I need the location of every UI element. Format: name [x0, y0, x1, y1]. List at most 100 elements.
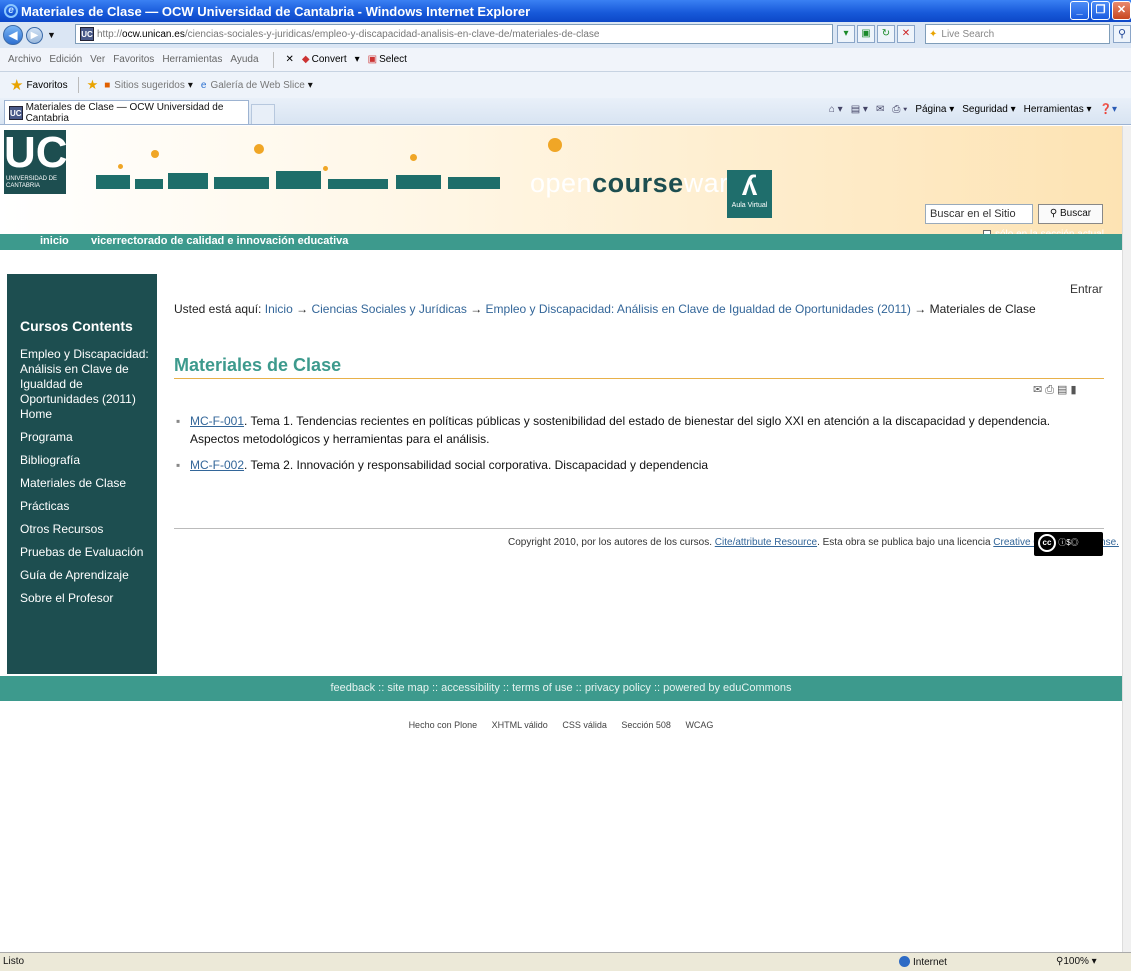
compatibility-icon[interactable]: ▣ — [857, 25, 875, 43]
zoom-control[interactable]: ⚲100% ▾ — [1056, 956, 1097, 967]
cc-icon: cc — [1038, 534, 1056, 552]
history-dropdown-icon[interactable]: ▼ — [47, 30, 56, 40]
menu-herramientas[interactable]: Herramientas — [162, 54, 222, 65]
copyright-text: Copyright 2010, por los autores de los c… — [508, 537, 712, 548]
address-dropdown-icon[interactable]: ▾ — [837, 25, 855, 43]
site-search-input[interactable]: Buscar en el Sitio — [925, 204, 1033, 224]
address-toolbar: ◀ ▶ ▼ UC http://ocw.unican.es/ciencias-s… — [0, 22, 1131, 48]
footer-sitemap[interactable]: site map — [387, 682, 429, 694]
download-icon[interactable]: ▮ — [1070, 384, 1079, 396]
nav-vicerrectorado[interactable]: vicerrectorado de calidad e innovación e… — [91, 235, 348, 247]
decor-dot — [151, 150, 159, 158]
sidebar-item-home[interactable]: Empleo y Discapacidad: Análisis en Clave… — [20, 347, 157, 422]
cite-resource-link[interactable]: Cite/attribute Resource — [715, 537, 817, 548]
favorites-button[interactable]: Favoritos — [26, 80, 67, 91]
security-menu[interactable]: Seguridad ▾ — [962, 104, 1015, 115]
new-tab-button[interactable] — [251, 104, 275, 124]
badge-xhtml[interactable]: XHTML válido — [492, 720, 548, 730]
minimize-button[interactable]: _ — [1070, 1, 1089, 20]
menu-edicion[interactable]: Edición — [49, 54, 82, 65]
document-actions: ✉⎙▤▮ — [1033, 383, 1080, 397]
sidebar-item-programa[interactable]: Programa — [20, 430, 157, 445]
rss-icon[interactable]: ▤ — [1057, 384, 1070, 396]
sidebar-item-profesor[interactable]: Sobre el Profesor — [20, 591, 157, 606]
breadcrumb-inicio[interactable]: Inicio — [265, 302, 293, 316]
footer-feedback[interactable]: feedback — [330, 682, 375, 694]
footer-powered-by[interactable]: powered by eduCommons — [663, 682, 791, 694]
aula-virtual-logo[interactable]: ʎ Aula Virtual — [727, 170, 772, 218]
uc-logo-text: UC — [4, 128, 68, 177]
print-icon[interactable]: ⎙ ▾ — [892, 104, 907, 115]
search-go-icon[interactable]: ⚲ — [1113, 25, 1131, 43]
feeds-icon[interactable]: ▤ ▾ — [851, 104, 868, 115]
address-field[interactable]: UC http://ocw.unican.es/ciencias-sociale… — [75, 24, 833, 44]
url-host: ocw.unican.es — [122, 28, 185, 40]
refresh-icon[interactable]: ↻ — [877, 25, 895, 43]
sidebar-item-bibliografia[interactable]: Bibliografía — [20, 453, 157, 468]
site-search-button[interactable]: ⚲ Buscar — [1038, 204, 1103, 224]
tab-materiales[interactable]: UC Materiales de Clase — OCW Universidad… — [4, 100, 249, 124]
live-search-placeholder: Live Search — [941, 28, 995, 40]
menu-archivo[interactable]: Archivo — [8, 54, 41, 65]
tools-menu[interactable]: Herramientas ▾ — [1024, 104, 1092, 115]
select-button[interactable]: Select — [379, 54, 407, 65]
add-favorites-icon[interactable]: ★ — [87, 77, 99, 93]
sidebar-item-guia[interactable]: Guía de Aprendizaje — [20, 568, 157, 583]
browser-window: e Materiales de Clase — OCW Universidad … — [0, 0, 1131, 971]
convert-dropdown-icon[interactable]: ▾ — [355, 54, 360, 65]
back-button[interactable]: ◀ — [3, 25, 23, 45]
suggested-sites-link[interactable]: Sitios sugeridos — [114, 80, 185, 91]
menu-favoritos[interactable]: Favoritos — [113, 54, 154, 65]
toolbar-close-icon[interactable]: ✕ — [286, 54, 294, 65]
material-link-2[interactable]: MC-F-002 — [190, 458, 244, 472]
sidebar-item-practicas[interactable]: Prácticas — [20, 499, 157, 514]
favorites-star-icon: ★ — [10, 77, 24, 94]
sidebar-item-otros-recursos[interactable]: Otros Recursos — [20, 522, 157, 537]
home-icon[interactable]: ⌂ ▾ — [829, 104, 843, 115]
badge-wcag[interactable]: WCAG — [685, 720, 713, 730]
decor-dot — [410, 154, 417, 161]
status-bar: Listo Internet ⚲100% ▾ — [0, 952, 1131, 971]
stop-icon[interactable]: ✕ — [897, 25, 915, 43]
footer-accessibility[interactable]: accessibility — [441, 682, 500, 694]
uc-logo[interactable]: UC UNIVERSIDAD DE CANTABRIA — [4, 128, 68, 194]
suggested-dropdown-icon[interactable]: ▾ — [188, 80, 193, 91]
sidebar-item-pruebas[interactable]: Pruebas de Evaluación — [20, 545, 157, 560]
tab-title: Materiales de Clase — OCW Universidad de… — [25, 101, 224, 124]
help-icon[interactable]: ❓▾ — [1100, 104, 1117, 115]
close-button[interactable]: ✕ — [1112, 1, 1131, 20]
web-slice-dropdown-icon[interactable]: ▾ — [308, 80, 313, 91]
badge-508[interactable]: Sección 508 — [621, 720, 671, 730]
footer-privacy[interactable]: privacy policy — [585, 682, 651, 694]
menu-ayuda[interactable]: Ayuda — [230, 54, 258, 65]
copyright-middle: . Esta obra se publica bajo una licencia — [817, 537, 991, 548]
web-slice-gallery-link[interactable]: Galería de Web Slice — [210, 80, 304, 91]
nav-inicio[interactable]: inicio — [40, 235, 69, 247]
footer-terms[interactable]: terms of use — [512, 682, 573, 694]
vertical-scrollbar[interactable] — [1122, 126, 1131, 952]
send-email-icon[interactable]: ✉ — [1033, 384, 1045, 396]
badge-css[interactable]: CSS válida — [562, 720, 607, 730]
creative-commons-badge[interactable]: cc ⓘ$◎ — [1034, 532, 1103, 556]
print-page-icon[interactable]: ⎙ — [1045, 384, 1057, 396]
login-link[interactable]: Entrar — [1070, 282, 1103, 296]
page-menu[interactable]: Página ▾ — [915, 104, 954, 115]
aula-virtual-icon: ʎ — [741, 170, 758, 201]
sidebar-item-materiales[interactable]: Materiales de Clase — [20, 476, 157, 491]
convert-button[interactable]: Convert — [312, 54, 347, 65]
live-search-input[interactable]: ✦ Live Search — [925, 24, 1110, 44]
breadcrumb-ciencias[interactable]: Ciencias Sociales y Jurídicas — [311, 302, 466, 316]
mail-icon[interactable]: ✉ — [876, 104, 884, 115]
breadcrumb-course[interactable]: Empleo y Discapacidad: Análisis en Clave… — [486, 302, 911, 316]
menu-ver[interactable]: Ver — [90, 54, 105, 65]
page-viewport: UC UNIVERSIDAD DE CANTABRIA opencoursewa… — [0, 126, 1122, 952]
forward-button[interactable]: ▶ — [26, 26, 43, 44]
title-bar: e Materiales de Clase — OCW Universidad … — [0, 0, 1131, 22]
web-slice-icon: e — [200, 79, 207, 91]
badge-plone[interactable]: Hecho con Plone — [409, 720, 478, 730]
site-nav-bar: inicio vicerrectorado de calidad e innov… — [0, 234, 1122, 250]
maximize-button[interactable]: ❐ — [1091, 1, 1110, 20]
material-link-1[interactable]: MC-F-001 — [190, 414, 244, 428]
list-item: ▪ MC-F-002. Tema 2. Innovación y respons… — [174, 456, 1094, 474]
live-search-icon: ✦ — [929, 28, 938, 40]
